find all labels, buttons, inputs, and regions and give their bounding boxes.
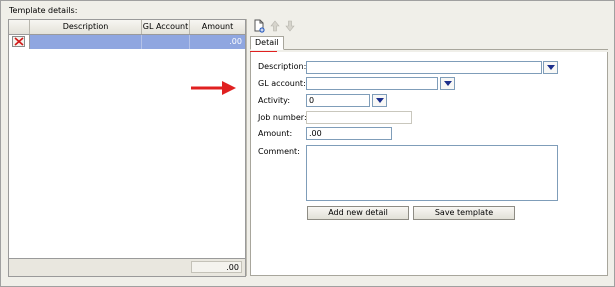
description-field[interactable] <box>306 61 542 74</box>
template-details-title: Template details: <box>9 6 78 15</box>
row-gl-account-cell[interactable] <box>142 35 190 49</box>
column-header-gl-account[interactable]: GL Account <box>142 20 190 34</box>
row-delete-cell <box>9 35 30 49</box>
comment-textarea[interactable] <box>306 145 558 201</box>
row-description-cell[interactable] <box>30 35 142 49</box>
new-icon[interactable] <box>252 19 266 33</box>
table-row[interactable]: .00 <box>9 35 245 49</box>
delete-icon[interactable] <box>12 36 25 47</box>
gl-account-label: GL account: <box>258 79 306 88</box>
job-number-label: Job number: <box>258 113 307 122</box>
column-header-select[interactable] <box>9 20 30 34</box>
chevron-down-icon <box>547 65 555 70</box>
row-amount-cell[interactable]: .00 <box>190 35 245 49</box>
gl-account-field[interactable] <box>306 77 438 90</box>
down-arrow-icon[interactable] <box>283 19 297 33</box>
chevron-down-icon <box>444 81 452 86</box>
amount-label: Amount: <box>258 129 293 138</box>
grid-header: Description GL Account Amount <box>9 20 245 35</box>
template-details-grid: Description GL Account Amount .00 .00 <box>8 19 246 277</box>
activity-field[interactable]: 0 <box>306 94 370 107</box>
comment-label: Comment: <box>258 147 300 156</box>
chevron-down-icon <box>376 98 384 103</box>
job-number-field[interactable] <box>306 111 412 124</box>
tab-strip: Detail <box>250 36 608 50</box>
tab-detail[interactable]: Detail <box>250 36 284 50</box>
up-arrow-icon[interactable] <box>268 19 282 33</box>
amount-total: .00 <box>191 261 242 273</box>
gl-account-dropdown-button[interactable] <box>440 77 455 90</box>
callout-arrow-icon <box>190 79 238 99</box>
description-dropdown-button[interactable] <box>543 61 558 74</box>
activity-dropdown-button[interactable] <box>372 94 387 107</box>
description-label: Description: <box>258 62 307 71</box>
activity-label: Activity: <box>258 96 291 105</box>
add-new-detail-button[interactable]: Add new detail <box>307 206 409 220</box>
save-template-button[interactable]: Save template <box>413 206 515 220</box>
grid-footer: .00 <box>9 258 245 276</box>
detail-toolbar <box>250 19 610 33</box>
panel-splitter[interactable] <box>246 19 247 276</box>
column-header-description[interactable]: Description <box>30 20 142 34</box>
column-header-amount[interactable]: Amount <box>190 20 245 34</box>
amount-field[interactable]: .00 <box>306 127 392 140</box>
